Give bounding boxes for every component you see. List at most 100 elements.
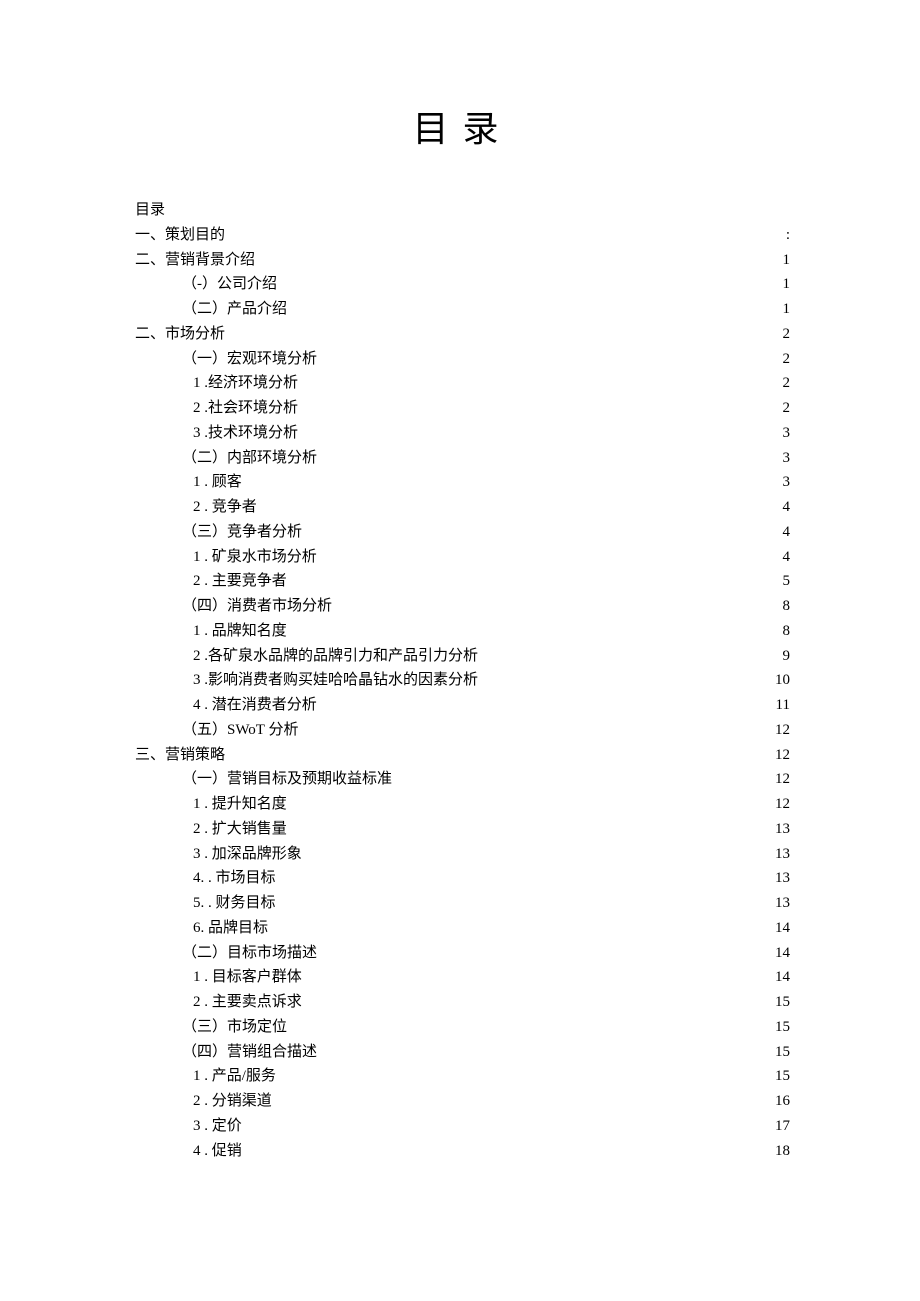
toc-entry: 4 . 促销 18 [135, 1139, 790, 1164]
toc-entry: 2 .各矿泉水品牌的品牌引力和产品引力分析 9 [135, 644, 790, 669]
toc-entry-label: 1 .经济环境分析 [193, 371, 298, 396]
toc-entry-page: 2 [783, 322, 791, 347]
toc-entry-page: 10 [775, 668, 790, 693]
toc-entry-page: 3 [783, 421, 791, 446]
toc-entry: 1 . 品牌知名度8 [135, 619, 790, 644]
toc-entry-label: 6. 品牌目标 [193, 916, 268, 941]
toc-entry-label: 4 . 潜在消费者分析 [193, 693, 317, 718]
toc-entry-label: （二）内部环境分析 [182, 446, 317, 471]
toc-entry-page: 11 [776, 693, 790, 718]
toc-entry-page: 5 [783, 569, 791, 594]
toc-entry-label: 2 . 分销渠道 [193, 1089, 272, 1114]
toc-entry-label: 4 . 促销 [193, 1139, 242, 1164]
toc-entry-label: 三、营销策略 [135, 743, 225, 768]
toc-entry-label: 2 . 竞争者 [193, 495, 257, 520]
toc-entry-label: 2 . 扩大销售量 [193, 817, 287, 842]
toc-entry-page: 15 [775, 1040, 790, 1065]
toc-entry-label: （一）营销目标及预期收益标准 [182, 767, 392, 792]
toc-entry-page: 8 [783, 594, 791, 619]
toc-entry: 一、策划目的: [135, 223, 790, 248]
toc-entry: （二）产品介绍1 [135, 297, 790, 322]
toc-entry-label: 3 . 定价 [193, 1114, 242, 1139]
toc-entry-label: 二、市场分析 [135, 322, 225, 347]
toc-entry-label: 3 .影响消费者购买娃哈哈晶钻水的因素分析 [193, 668, 478, 693]
toc-entry-label: 1 . 顾客 [193, 470, 242, 495]
toc-entry-page: 15 [775, 1064, 790, 1089]
toc-entry: （四）营销组合描述 15 [135, 1040, 790, 1065]
toc-entry-label: 2 . 主要竞争者 [193, 569, 287, 594]
toc-entry-label: 4. . 市场目标 [193, 866, 276, 891]
page-title: 目录 [135, 100, 790, 152]
toc-entry-page: 8 [783, 619, 791, 644]
toc-entry: （-）公司介绍 1 [135, 272, 790, 297]
toc-entry-page: 2 [783, 347, 791, 372]
toc-entry-page: 9 [783, 644, 791, 669]
toc-entry-label: 1 . 矿泉水市场分析 [193, 545, 317, 570]
toc-entry-page: 3 [783, 470, 791, 495]
toc-entry: （四）消费者市场分析 8 [135, 594, 790, 619]
toc-entry-label: 3 . 加深品牌形象 [193, 842, 302, 867]
toc-entry-label: 目录 [135, 198, 165, 223]
toc-entry: 目录 [135, 198, 790, 223]
toc-entry-page: 16 [775, 1089, 790, 1114]
toc-entry-page: 12 [775, 767, 790, 792]
toc-entry-label: 2 .各矿泉水品牌的品牌引力和产品引力分析 [193, 644, 478, 669]
toc-entry: 4. . 市场目标 13 [135, 866, 790, 891]
toc-entry-page: 14 [775, 916, 790, 941]
toc-entry-page: 1 [783, 272, 791, 297]
toc-entry-page: 14 [775, 965, 790, 990]
toc-entry: 1 . 矿泉水市场分析4 [135, 545, 790, 570]
toc-entry-page: 4 [783, 495, 791, 520]
toc-entry-page: 13 [775, 866, 790, 891]
toc-entry: 4 . 潜在消费者分析 11 [135, 693, 790, 718]
toc-entry-label: 5. . 财务目标 [193, 891, 276, 916]
toc-entry-page: 2 [783, 371, 791, 396]
toc-entry-label: （二）目标市场描述 [182, 941, 317, 966]
toc-entry: 2 . 竞争者 4 [135, 495, 790, 520]
toc-entry-label: （一）宏观环境分析 [182, 347, 317, 372]
toc-entry-label: （四）营销组合描述 [182, 1040, 317, 1065]
toc-entry-label: 一、策划目的 [135, 223, 225, 248]
toc-entry: 二、市场分析 2 [135, 322, 790, 347]
toc-entry: 1 . 目标客户群体 14 [135, 965, 790, 990]
toc-entry-label: （三）市场定位 [182, 1015, 287, 1040]
toc-entry-page: 15 [775, 990, 790, 1015]
toc-entry-label: （五）SWoT 分析 [182, 718, 298, 743]
toc-entry-label: （三）竞争者分析 [182, 520, 302, 545]
toc-entry-label: （四）消费者市场分析 [182, 594, 332, 619]
toc-entry-page: 14 [775, 941, 790, 966]
toc-entry-page: 13 [775, 891, 790, 916]
toc-entry: （一）营销目标及预期收益标准 12 [135, 767, 790, 792]
toc-entry-label: 1 . 提升知名度 [193, 792, 287, 817]
toc-entry: 1 .经济环境分析 2 [135, 371, 790, 396]
toc-entry-page: 13 [775, 817, 790, 842]
toc-entry-page: 1 [783, 248, 791, 273]
toc-entry: （二）内部环境分析 3 [135, 446, 790, 471]
toc-entry-label: （-）公司介绍 [182, 272, 277, 297]
toc-entry: 2 . 扩大销售量 13 [135, 817, 790, 842]
table-of-contents: 目录一、策划目的:二、营销背景介绍1（-）公司介绍1（二）产品介绍1二、市场分析… [135, 198, 790, 1163]
toc-entry: 1 . 顾客 3 [135, 470, 790, 495]
toc-entry: 三、营销策略 12 [135, 743, 790, 768]
toc-entry-page: : [786, 223, 790, 248]
toc-entry-label: 1 . 产品/服务 [193, 1064, 276, 1089]
toc-entry-label: （二）产品介绍 [182, 297, 287, 322]
toc-entry: 5. . 财务目标 13 [135, 891, 790, 916]
toc-entry: （二）目标市场描述 14 [135, 941, 790, 966]
toc-entry-label: 二、营销背景介绍 [135, 248, 255, 273]
toc-entry-label: 1 . 目标客户群体 [193, 965, 302, 990]
toc-entry: 1 . 产品/服务 15 [135, 1064, 790, 1089]
toc-entry-page: 12 [775, 718, 790, 743]
toc-entry-page: 12 [775, 743, 790, 768]
toc-entry: （一）宏观环境分析 2 [135, 347, 790, 372]
toc-entry: 3 . 定价 17 [135, 1114, 790, 1139]
toc-entry: 二、营销背景介绍 1 [135, 248, 790, 273]
toc-entry: 2 . 主要卖点诉求15 [135, 990, 790, 1015]
toc-entry-page: 17 [775, 1114, 790, 1139]
toc-entry-page: 13 [775, 842, 790, 867]
toc-entry: （五）SWoT 分析 12 [135, 718, 790, 743]
toc-entry: 2 . 主要竞争者 5 [135, 569, 790, 594]
toc-entry-page: 3 [783, 446, 791, 471]
toc-entry-page: 12 [775, 792, 790, 817]
toc-entry-label: 2 .社会环境分析 [193, 396, 298, 421]
